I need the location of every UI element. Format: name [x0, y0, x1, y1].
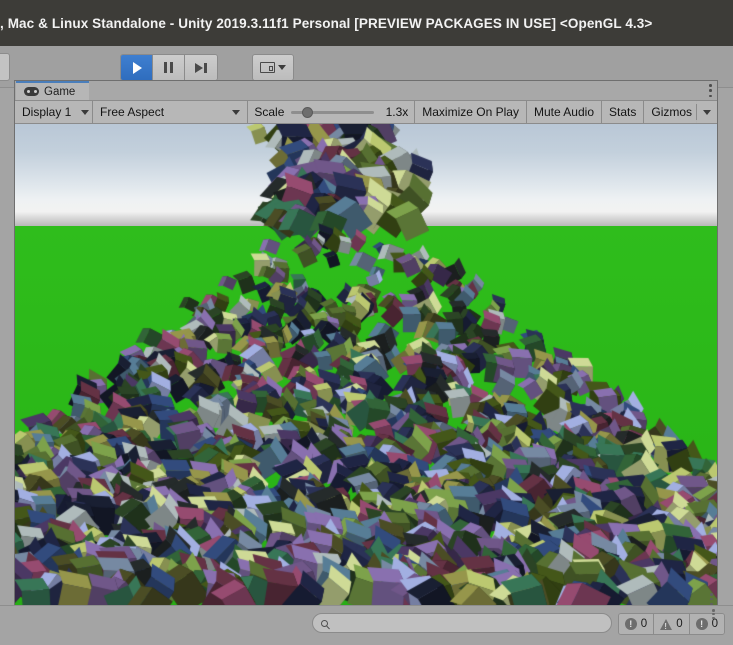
error-counter[interactable]: ! 0 — [618, 614, 655, 634]
toolbar-left-partial-control[interactable] — [0, 53, 10, 81]
window-title: , Mac & Linux Standalone - Unity 2019.3.… — [0, 15, 653, 31]
stats-toggle[interactable]: Stats — [602, 101, 645, 123]
aspect-dropdown-label: Free Aspect — [100, 105, 165, 119]
display-dropdown-label: Display 1 — [22, 105, 72, 119]
warning-counter[interactable]: 0 — [654, 614, 690, 634]
status-bar-content: ! 0 0 ! 0 — [311, 609, 725, 635]
pause-button[interactable] — [153, 55, 185, 80]
play-button[interactable] — [121, 55, 153, 80]
scale-slider[interactable] — [291, 105, 375, 119]
pause-icon — [164, 62, 173, 73]
warning-icon — [660, 618, 673, 631]
step-button[interactable] — [185, 55, 217, 80]
console-counters: ! 0 0 ! 0 — [617, 613, 725, 635]
search-icon — [320, 619, 328, 627]
screen-icon — [260, 62, 275, 73]
gizmos-toggle[interactable]: Gizmos — [644, 101, 697, 123]
game-view-toolbar: Display 1 Free Aspect Scale 1.3x Maximiz… — [15, 101, 717, 124]
step-icon — [195, 62, 207, 73]
info-icon: ! — [695, 618, 708, 630]
tab-game-label: Game — [44, 85, 76, 98]
info-count: 0 — [711, 618, 718, 630]
error-icon: ! — [624, 618, 637, 630]
window-title-bar: , Mac & Linux Standalone - Unity 2019.3.… — [0, 0, 733, 46]
scale-slider-handle[interactable] — [302, 106, 314, 118]
chevron-down-icon — [232, 109, 241, 115]
search-input[interactable] — [311, 613, 612, 633]
playback-controls — [120, 54, 218, 81]
mute-audio-label: Mute Audio — [533, 105, 594, 119]
play-icon — [133, 61, 142, 74]
layout-dropdown-button[interactable] — [252, 54, 294, 81]
game-viewport[interactable] — [15, 124, 717, 607]
gizmos-label: Gizmos — [651, 105, 693, 119]
info-counter[interactable]: ! 0 — [689, 614, 724, 634]
panel-tab-strip: Game — [15, 81, 717, 101]
tab-game[interactable]: Game — [16, 81, 90, 100]
status-bar: ! 0 0 ! 0 — [0, 605, 733, 645]
status-bar-kebab-icon[interactable] — [712, 609, 715, 619]
warning-count: 0 — [676, 618, 683, 630]
game-view-panel: Game Display 1 Free Aspect Scale 1.3x Ma… — [14, 80, 718, 607]
panel-options-kebab-icon[interactable] — [709, 84, 712, 97]
maximize-on-play-toggle[interactable]: Maximize On Play — [415, 101, 527, 123]
scale-label: Scale — [254, 105, 285, 119]
scale-value: 1.3x — [385, 105, 409, 119]
gamepad-icon — [24, 87, 39, 96]
display-dropdown[interactable]: Display 1 — [15, 101, 93, 123]
chevron-down-icon — [81, 109, 90, 115]
scale-slider-group[interactable]: Scale 1.3x — [248, 101, 416, 123]
stats-label: Stats — [609, 105, 637, 119]
error-count: 0 — [640, 618, 648, 630]
viewport-kebab-icon[interactable] — [710, 593, 713, 605]
maximize-on-play-label: Maximize On Play — [422, 105, 519, 119]
chevron-down-icon — [703, 109, 711, 115]
cube-pile-render — [15, 124, 717, 607]
gizmos-dropdown-button[interactable] — [697, 101, 717, 123]
mute-audio-toggle[interactable]: Mute Audio — [526, 101, 602, 123]
aspect-ratio-dropdown[interactable]: Free Aspect — [93, 101, 249, 123]
chevron-down-icon — [278, 65, 286, 70]
unity-editor-window: , Mac & Linux Standalone - Unity 2019.3.… — [0, 0, 733, 645]
